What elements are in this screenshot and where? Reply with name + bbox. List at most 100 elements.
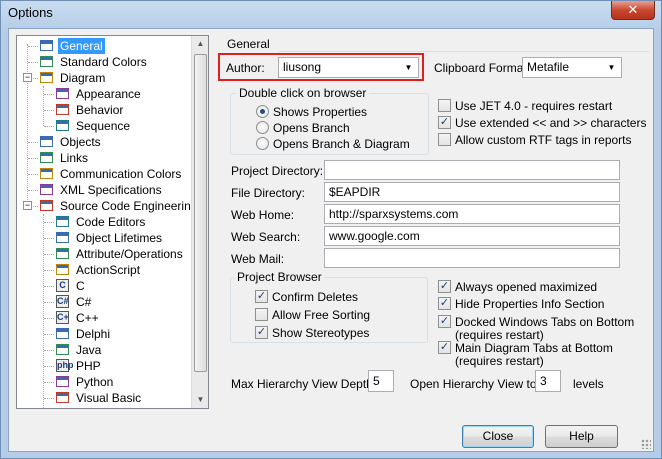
field-label: Project Directory: bbox=[231, 164, 324, 178]
php-icon: php bbox=[55, 359, 74, 373]
scroll-thumb[interactable] bbox=[194, 54, 207, 372]
window-option-checkbox[interactable]: ✓ bbox=[438, 280, 451, 293]
actionscript-icon bbox=[55, 263, 71, 277]
general-icon bbox=[39, 39, 55, 53]
tree-item[interactable]: Java bbox=[55, 342, 103, 358]
field-input[interactable] bbox=[324, 160, 620, 180]
project-browser-check-label: Confirm Deletes bbox=[272, 290, 359, 304]
tree-item[interactable]: ActionScript bbox=[55, 262, 142, 278]
project-browser-checkbox[interactable]: ✓ bbox=[255, 326, 268, 339]
option-checkbox[interactable] bbox=[438, 99, 451, 112]
tree-line bbox=[44, 126, 54, 127]
tree-item[interactable]: General bbox=[39, 38, 105, 54]
tree-item[interactable]: Objects bbox=[39, 134, 103, 150]
tree-item[interactable]: Python bbox=[55, 374, 115, 390]
project-browser-check-label: Show Stereotypes bbox=[272, 326, 370, 340]
options-window: Options ✕ General Standard Colors Diagram A… bbox=[0, 0, 662, 459]
tree-item-label: Source Code Engineering bbox=[60, 199, 192, 213]
collapse-icon[interactable]: − bbox=[23, 73, 32, 82]
option-checkbox[interactable] bbox=[438, 133, 451, 146]
collapse-icon[interactable]: − bbox=[23, 201, 32, 210]
tree-item[interactable]: Source Code Engineering bbox=[39, 198, 192, 214]
object-lifetimes-icon bbox=[55, 231, 71, 245]
tree-item[interactable]: Sequence bbox=[55, 118, 132, 134]
close-button-label: Close bbox=[482, 429, 514, 443]
icon-shape bbox=[40, 200, 53, 211]
objects-icon bbox=[39, 135, 55, 149]
icon-shape bbox=[56, 88, 69, 99]
tree-scrollbar[interactable]: ▲ ▼ bbox=[191, 36, 208, 408]
double-click-radio[interactable] bbox=[256, 137, 269, 150]
tree-item[interactable]: Visual Basic bbox=[55, 390, 143, 406]
tree-item[interactable]: Code Editors bbox=[55, 214, 147, 230]
open-hierarchy-input[interactable]: 3 bbox=[535, 370, 561, 392]
double-click-group-title: Double click on browser bbox=[236, 86, 370, 100]
tree-item[interactable]: Standard Colors bbox=[39, 54, 149, 70]
tree-item-label: Java bbox=[76, 343, 102, 357]
tree-item[interactable]: Communication Colors bbox=[39, 166, 183, 182]
option-checkbox-label: Use JET 4.0 - requires restart bbox=[455, 99, 613, 113]
tree-item[interactable]: CC bbox=[55, 278, 87, 294]
tree-item-label: VB.Net bbox=[74, 406, 116, 408]
lang-glyph: C+ bbox=[56, 311, 69, 324]
lang-glyph: php bbox=[56, 359, 74, 372]
field-input[interactable]: $EAPDIR bbox=[324, 182, 620, 202]
field-input[interactable]: http://sparxsystems.com bbox=[324, 204, 620, 224]
tree-item[interactable]: Object Lifetimes bbox=[55, 230, 164, 246]
icon-shape bbox=[56, 216, 69, 227]
tree-item[interactable]: Appearance bbox=[55, 86, 143, 102]
tree-line bbox=[43, 214, 44, 408]
tree-item[interactable]: XML Specifications bbox=[39, 182, 164, 198]
resize-grip[interactable] bbox=[641, 439, 651, 449]
tree-line bbox=[44, 286, 54, 287]
tree-item-label: Sequence bbox=[76, 119, 131, 133]
tree-item[interactable]: php PHP bbox=[55, 358, 103, 374]
field-label: File Directory: bbox=[231, 186, 306, 200]
tree-item-label: Objects bbox=[60, 135, 101, 149]
help-button[interactable]: Help bbox=[545, 425, 618, 448]
icon-shape bbox=[56, 232, 69, 243]
tree-item-label: Behavior bbox=[76, 103, 124, 117]
tree-line bbox=[28, 190, 38, 191]
scroll-up-icon[interactable]: ▲ bbox=[193, 36, 208, 52]
clipboard-combo[interactable]: Metafile ▼ bbox=[522, 57, 622, 78]
tree-item[interactable]: C+ C++ bbox=[55, 310, 101, 326]
field-input[interactable] bbox=[324, 248, 620, 268]
window-option-checkbox[interactable]: ✓ bbox=[438, 341, 451, 354]
field-label: Web Search: bbox=[231, 230, 301, 244]
tree-line bbox=[44, 302, 54, 303]
max-depth-input[interactable]: 5 bbox=[368, 370, 394, 392]
field-input[interactable]: www.google.com bbox=[324, 226, 620, 246]
tree-item[interactable]: Delphi bbox=[55, 326, 112, 342]
tree-item-label: Visual Basic bbox=[76, 391, 142, 405]
tree-item-label: General bbox=[58, 38, 105, 54]
tree-item[interactable]: Attribute/Operations bbox=[55, 246, 185, 262]
tree-item[interactable]: Links bbox=[39, 150, 90, 166]
double-click-option-label: Opens Branch bbox=[273, 121, 350, 135]
window-option-checkbox[interactable]: ✓ bbox=[438, 297, 451, 310]
project-browser-checkbox[interactable]: ✓ bbox=[255, 290, 268, 303]
double-click-radio[interactable] bbox=[256, 105, 269, 118]
window-option-label: Docked Windows Tabs on Bottom bbox=[455, 315, 635, 329]
icon-shape bbox=[40, 168, 53, 179]
colors-icon bbox=[39, 55, 55, 69]
close-window-button[interactable]: ✕ bbox=[611, 1, 655, 20]
tree-item[interactable]: C# C# bbox=[55, 294, 93, 310]
author-combo[interactable]: liusong ▼ bbox=[278, 57, 419, 78]
tree-line bbox=[44, 94, 54, 95]
tree-item[interactable]: Diagram bbox=[39, 70, 107, 86]
tree-item-label: PHP bbox=[76, 359, 101, 373]
window-option-checkbox[interactable]: ✓ bbox=[438, 315, 451, 328]
scroll-down-icon[interactable]: ▼ bbox=[193, 392, 208, 408]
field-value: http://sparxsystems.com bbox=[329, 207, 459, 221]
tree-line bbox=[28, 62, 38, 63]
tree-item[interactable]: Behavior bbox=[55, 102, 125, 118]
tree-item[interactable]: VB.Net bbox=[55, 406, 116, 408]
project-browser-checkbox[interactable] bbox=[255, 308, 268, 321]
double-click-radio[interactable] bbox=[256, 121, 269, 134]
java-icon bbox=[55, 343, 71, 357]
close-button[interactable]: Close bbox=[462, 425, 534, 448]
tree-line bbox=[44, 366, 54, 367]
option-checkbox[interactable]: ✓ bbox=[438, 116, 451, 129]
lang-glyph: C# bbox=[56, 295, 69, 308]
